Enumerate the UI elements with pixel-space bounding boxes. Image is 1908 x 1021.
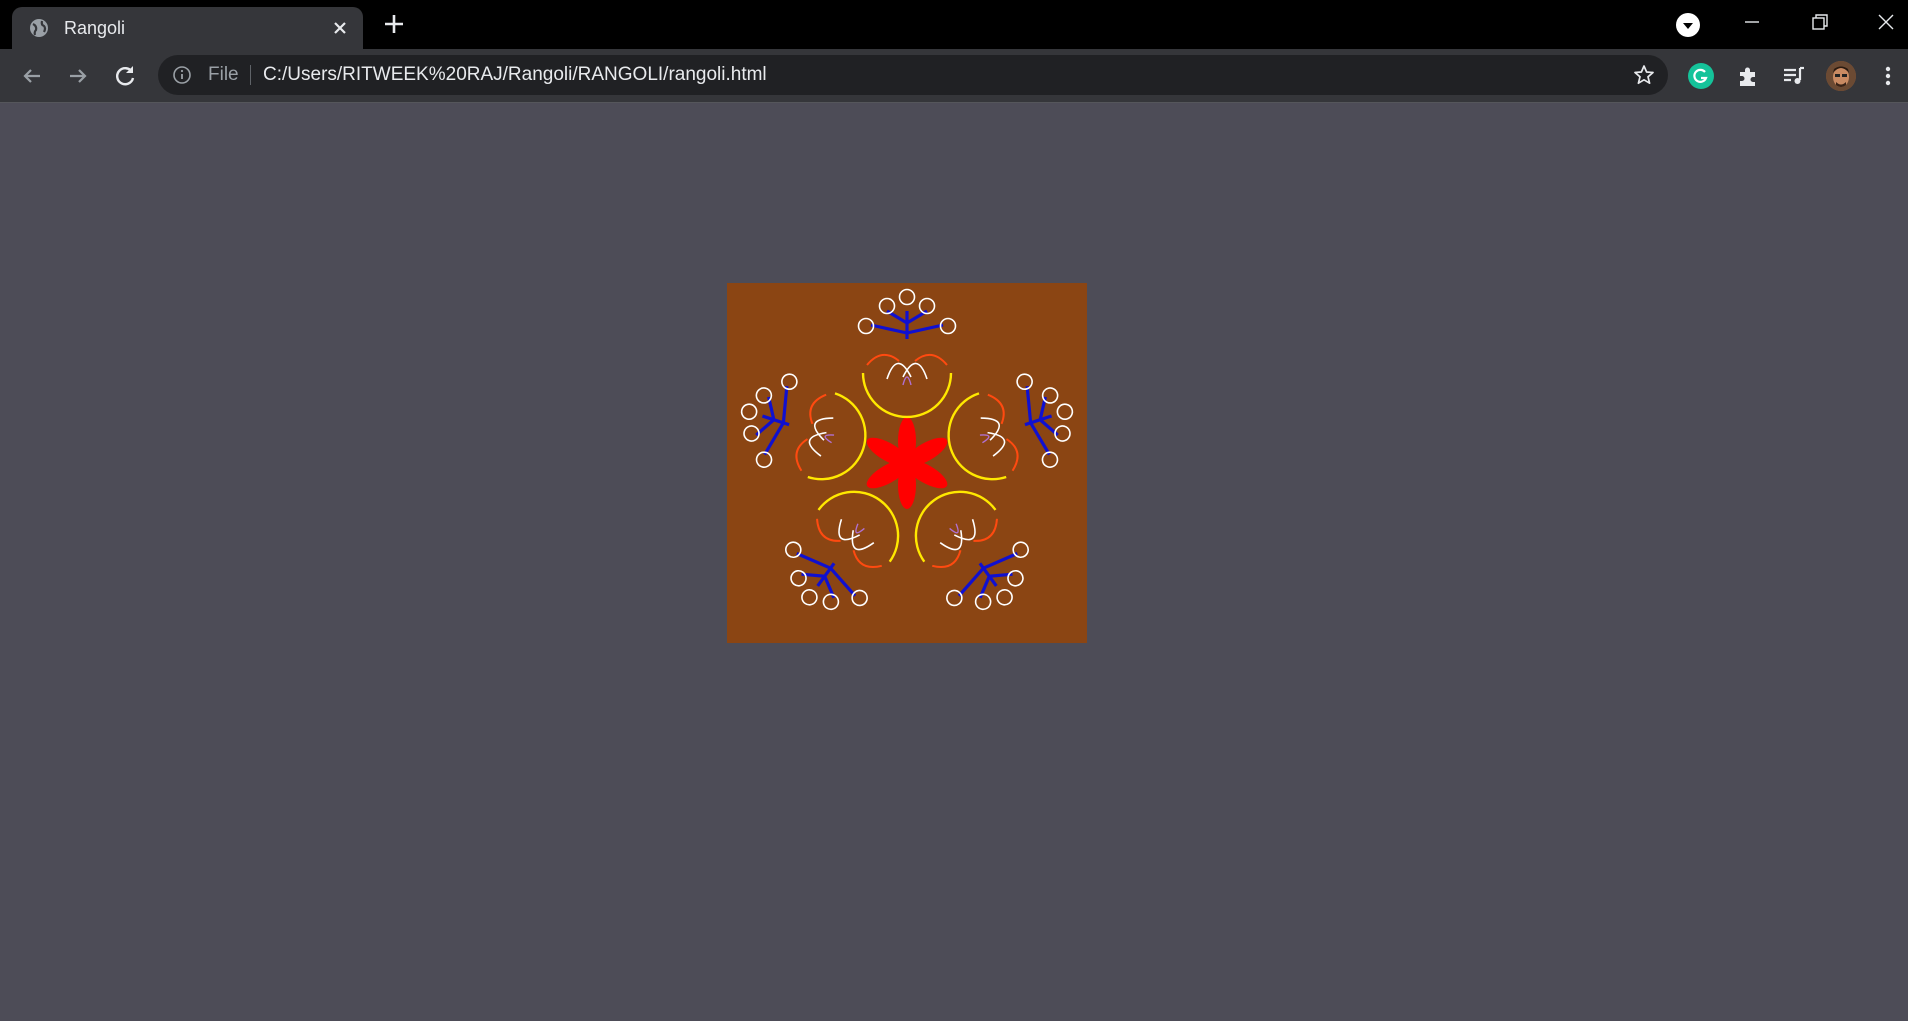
arrow-right-icon[interactable] bbox=[64, 62, 92, 90]
address-separator bbox=[250, 65, 251, 85]
plus-icon[interactable] bbox=[381, 11, 407, 37]
arrow-left-icon[interactable] bbox=[18, 62, 46, 90]
kebab-icon[interactable] bbox=[1878, 63, 1898, 89]
chevron-down-icon bbox=[1683, 23, 1693, 29]
star-icon[interactable] bbox=[1632, 63, 1656, 87]
globe-icon bbox=[30, 19, 48, 37]
reload-icon[interactable] bbox=[111, 62, 139, 90]
browser-tab[interactable]: Rangoli bbox=[12, 7, 363, 49]
address-bar[interactable]: File C:/Users/RITWEEK%20RAJ/Rangoli/RANG… bbox=[158, 55, 1668, 95]
puzzle-icon[interactable] bbox=[1735, 63, 1761, 89]
minimize-icon[interactable] bbox=[1740, 10, 1764, 34]
address-scheme-label: File bbox=[208, 64, 239, 85]
profile-photo bbox=[1826, 61, 1856, 91]
restore-icon[interactable] bbox=[1808, 10, 1832, 34]
close-icon[interactable] bbox=[329, 17, 351, 39]
playlist-icon[interactable] bbox=[1781, 63, 1807, 89]
rangoli-canvas bbox=[727, 283, 1087, 643]
tab-title: Rangoli bbox=[64, 18, 126, 38]
close-window-icon[interactable] bbox=[1874, 10, 1898, 34]
grammarly-g-icon bbox=[1693, 68, 1708, 83]
tab-strip: Rangoli bbox=[0, 0, 1908, 49]
grammarly-extension-icon[interactable] bbox=[1688, 63, 1714, 89]
info-icon[interactable] bbox=[172, 65, 192, 85]
browser-toolbar: File C:/Users/RITWEEK%20RAJ/Rangoli/RANG… bbox=[0, 49, 1908, 103]
tab-search-button[interactable] bbox=[1676, 13, 1700, 37]
avatar[interactable] bbox=[1826, 61, 1856, 91]
address-url[interactable]: C:/Users/RITWEEK%20RAJ/Rangoli/RANGOLI/r… bbox=[263, 64, 767, 86]
center-flower-core bbox=[898, 454, 916, 472]
